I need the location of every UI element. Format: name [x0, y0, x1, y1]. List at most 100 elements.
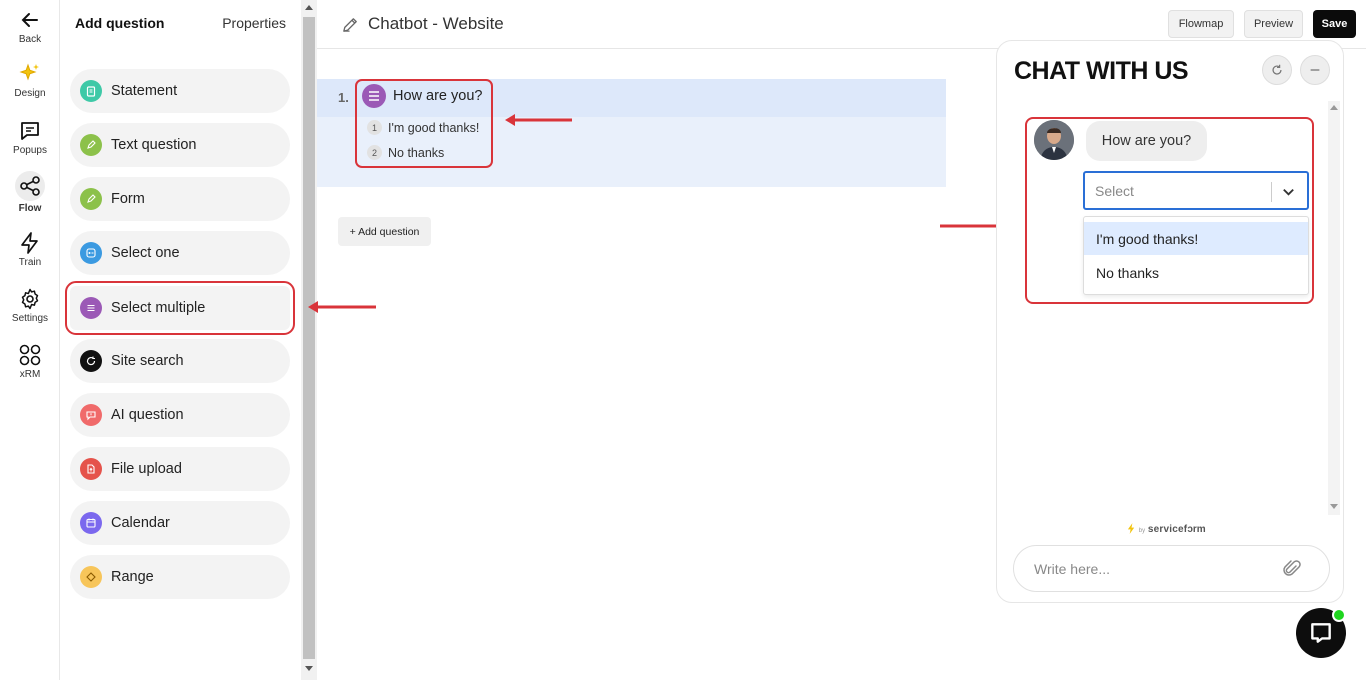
question-type-statement[interactable]: Statement	[70, 69, 290, 113]
servicefarm-logo-tail: ɔrm	[1187, 524, 1206, 535]
tab-add-question[interactable]: Add question	[75, 15, 164, 31]
save-button[interactable]: Save	[1313, 10, 1356, 38]
rail-label-train: Train	[18, 257, 42, 268]
question-type-text-question[interactable]: Text question	[70, 123, 290, 167]
question-title[interactable]: How are you?	[393, 88, 482, 104]
chat-input-placeholder: Write here...	[1034, 561, 1110, 577]
question-type-label: Calendar	[111, 515, 170, 531]
rail-label-settings: Settings	[11, 313, 49, 324]
chevron-down-icon[interactable]	[1281, 184, 1296, 199]
panel-tabs: Add question Properties	[75, 15, 286, 35]
refresh-button[interactable]	[1262, 55, 1292, 85]
rail-item-popups[interactable]: Popups	[0, 119, 60, 156]
flowmap-button[interactable]: Flowmap	[1168, 10, 1234, 38]
question-option[interactable]: 2 No thanks	[367, 145, 444, 160]
option-number: 2	[367, 145, 382, 160]
preview-button[interactable]: Preview	[1244, 10, 1303, 38]
question-type-form[interactable]: Form	[70, 177, 290, 221]
scroll-thumb[interactable]	[303, 17, 315, 659]
ai-bubble-icon	[80, 404, 102, 426]
refresh-search-icon	[80, 350, 102, 372]
question-type-select-multiple[interactable]: Select multiple	[65, 281, 295, 335]
add-question-button[interactable]: + Add question	[338, 217, 431, 246]
select-placeholder: Select	[1095, 183, 1134, 199]
question-type-label: Select one	[111, 245, 180, 261]
question-type-label: File upload	[111, 461, 182, 477]
back-label: Back	[18, 34, 42, 45]
refresh-icon	[1272, 64, 1282, 75]
pencil-icon	[80, 134, 102, 156]
question-type-label: Text question	[111, 137, 197, 153]
question-type-label: Statement	[111, 83, 178, 99]
question-type-calendar[interactable]: Calendar	[70, 501, 290, 545]
scroll-down-icon[interactable]	[305, 666, 313, 671]
paperclip-icon[interactable]	[1282, 559, 1302, 579]
annotation-arrow-left-icon	[308, 301, 376, 313]
question-type-range[interactable]: Range	[70, 555, 290, 599]
dropdown-option[interactable]: No thanks	[1084, 256, 1308, 289]
minus-icon	[1310, 69, 1320, 71]
scroll-down-icon[interactable]	[1330, 504, 1338, 509]
chat-bubble-icon	[1311, 623, 1331, 643]
rail-label-xrm: xRM	[19, 369, 41, 380]
option-label: No thanks	[388, 145, 445, 160]
rail-label-flow: Flow	[18, 203, 42, 214]
pencil-icon	[80, 188, 102, 210]
calendar-icon	[80, 512, 102, 534]
online-status-badge	[1332, 608, 1346, 622]
clipboard-icon	[80, 80, 102, 102]
option-number: 1	[367, 120, 382, 135]
select-separator	[1271, 182, 1272, 202]
bot-message-bubble: How are you?	[1086, 121, 1207, 161]
grid-icon	[19, 344, 41, 366]
flow-icon-wrap	[15, 171, 45, 201]
list-lines-icon	[80, 297, 102, 319]
servicefarm-logo: servicef	[1147, 524, 1188, 535]
pencil-edit-icon[interactable]	[341, 15, 360, 34]
question-type-label: Range	[111, 569, 154, 585]
scroll-up-icon[interactable]	[1330, 105, 1338, 110]
question-type-label: Site search	[111, 353, 184, 369]
rail-item-settings[interactable]: Settings	[0, 287, 60, 324]
question-type-select-one[interactable]: Select one	[70, 231, 290, 275]
option-label: I'm good thanks!	[388, 120, 480, 135]
chat-title: CHAT WITH US	[1014, 57, 1189, 85]
chat-input[interactable]: Write here...	[1013, 545, 1330, 592]
question-type-ai-question[interactable]: AI question	[70, 393, 290, 437]
agent-avatar	[1034, 120, 1074, 160]
scroll-up-icon[interactable]	[305, 5, 313, 10]
gear-icon	[21, 288, 39, 310]
select-one-icon	[80, 242, 102, 264]
rail-item-flow[interactable]: Flow	[0, 171, 60, 214]
question-type-label: Form	[111, 191, 145, 207]
answer-select[interactable]: Select	[1083, 171, 1309, 210]
chat-scrollbar[interactable]	[1328, 101, 1340, 515]
rail-label-design: Design	[14, 88, 46, 99]
question-type-site-search[interactable]: Site search	[70, 339, 290, 383]
powered-by[interactable]: by servicefɔrm	[1127, 523, 1206, 535]
file-upload-icon	[80, 458, 102, 480]
rail-item-design[interactable]: Design	[0, 62, 60, 99]
rail-label-popups: Popups	[13, 145, 47, 156]
question-option[interactable]: 1 I'm good thanks!	[367, 120, 479, 135]
share-nodes-icon	[20, 176, 40, 196]
left-rail: Back Design Popups Flow Train Settings x…	[0, 0, 60, 680]
select-dropdown-menu: I'm good thanks! No thanks	[1083, 216, 1309, 295]
lightning-logo-icon	[1127, 523, 1135, 534]
sparkle-icon	[19, 63, 39, 81]
rail-item-train[interactable]: Train	[0, 231, 60, 268]
arrow-left-icon	[21, 13, 38, 27]
back-button[interactable]: Back	[0, 8, 60, 45]
list-lines-icon	[362, 84, 386, 108]
chatbot-title[interactable]: Chatbot - Website	[368, 14, 504, 34]
add-question-panel: Add question Properties Statement Text q…	[60, 0, 301, 680]
question-type-label: Select multiple	[111, 300, 206, 316]
minimize-button[interactable]	[1300, 55, 1330, 85]
panel-scrollbar[interactable]	[301, 0, 317, 680]
rail-item-xrm[interactable]: xRM	[0, 343, 60, 380]
chat-widget: CHAT WITH US How are you? Select I'm goo…	[996, 40, 1344, 603]
tab-properties[interactable]: Properties	[222, 15, 286, 31]
dropdown-option[interactable]: I'm good thanks!	[1084, 222, 1308, 255]
question-type-file-upload[interactable]: File upload	[70, 447, 290, 491]
annotation-arrow-left-icon	[505, 114, 572, 126]
